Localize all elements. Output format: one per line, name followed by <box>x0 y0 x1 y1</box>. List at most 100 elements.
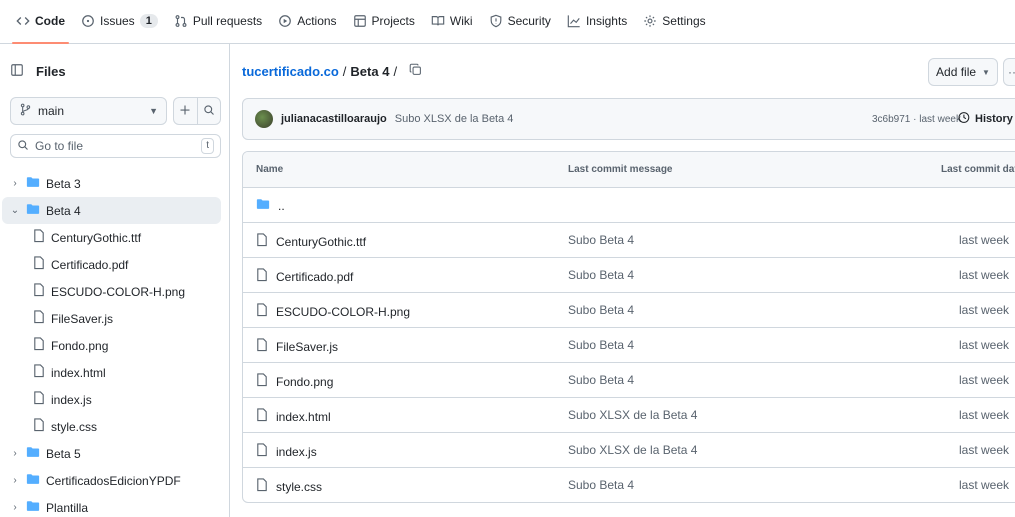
tree-label: CertificadosEdicionYPDF <box>46 473 181 488</box>
sidebar-header: Files <box>10 63 66 80</box>
chevron-down-icon: ⌄ <box>10 205 20 216</box>
row-name: CenturyGothic.ttf <box>256 233 366 250</box>
tab-pull-requests[interactable]: Pull requests <box>166 0 270 43</box>
tab-wiki[interactable]: Wiki <box>423 0 481 43</box>
file-icon <box>33 283 45 300</box>
commit-author[interactable]: julianacastilloaraujo <box>281 113 387 125</box>
tree-folder-plantilla[interactable]: › Plantilla <box>0 494 229 517</box>
add-file-label: Add file <box>936 65 977 79</box>
tree-folder-beta-5[interactable]: › Beta 5 <box>0 440 229 467</box>
tree-label: ESCUDO-COLOR-H.png <box>51 284 186 299</box>
search-button[interactable] <box>196 98 221 124</box>
tree-file[interactable]: FileSaver.js <box>0 305 229 332</box>
tree-folder-beta-3[interactable]: › Beta 3 <box>0 170 229 197</box>
table-row[interactable]: FileSaver.js Subo Beta 4 last week <box>243 328 1015 363</box>
tab-actions[interactable]: Actions <box>270 0 344 43</box>
file-name-link[interactable]: Certificado.pdf <box>276 270 353 284</box>
history-button[interactable]: History <box>957 99 1013 139</box>
more-options-button[interactable]: ·· <box>1003 58 1015 86</box>
tab-label: Pull requests <box>192 14 263 28</box>
file-name-link[interactable]: ESCUDO-COLOR-H.png <box>276 305 410 319</box>
row-commit-message[interactable]: Subo Beta 4 <box>568 233 634 247</box>
file-name-link[interactable]: index.js <box>276 445 317 459</box>
file-icon <box>256 478 268 495</box>
tab-settings[interactable]: Settings <box>635 0 713 43</box>
latest-commit-bar: julianacastilloaraujo Subo XLSX de la Be… <box>242 98 1015 140</box>
tab-security[interactable]: Security <box>481 0 559 43</box>
tab-projects[interactable]: Projects <box>345 0 423 43</box>
commit-sha[interactable]: 3c6b971 · last week <box>872 99 961 139</box>
file-icon <box>33 418 45 435</box>
add-file-button[interactable]: Add file ▼ <box>928 58 998 86</box>
tree-file[interactable]: Certificado.pdf <box>0 251 229 278</box>
commit-message[interactable]: Subo XLSX de la Beta 4 <box>395 113 514 125</box>
tab-code[interactable]: Code <box>8 0 73 44</box>
row-commit-message[interactable]: Subo XLSX de la Beta 4 <box>568 443 697 457</box>
branch-selector[interactable]: main ▼ <box>10 97 167 125</box>
table-row[interactable]: Fondo.png Subo Beta 4 last week <box>243 363 1015 398</box>
chevron-down-icon: ▼ <box>149 106 158 116</box>
sidebar-title: Files <box>36 64 66 79</box>
row-name: .. <box>256 198 285 213</box>
row-commit-message[interactable]: Subo Beta 4 <box>568 303 634 317</box>
row-commit-message[interactable]: Subo XLSX de la Beta 4 <box>568 408 697 422</box>
breadcrumb-separator: / <box>393 63 398 79</box>
file-name-link[interactable]: CenturyGothic.ttf <box>276 235 366 249</box>
tree-folder-certificados[interactable]: › CertificadosEdicionYPDF <box>0 467 229 494</box>
row-commit-date: last week <box>959 268 1010 282</box>
table-row[interactable]: CenturyGothic.ttf Subo Beta 4 last week <box>243 223 1015 258</box>
tree-folder-beta-4[interactable]: ⌄ Beta 4 <box>2 197 221 224</box>
tree-file[interactable]: CenturyGothic.ttf <box>0 224 229 251</box>
go-to-file-input[interactable]: Go to file t <box>10 134 221 158</box>
file-icon <box>256 443 268 460</box>
table-row[interactable]: ESCUDO-COLOR-H.png Subo Beta 4 last week <box>243 293 1015 328</box>
table-row-parent[interactable]: .. <box>243 188 1015 223</box>
main-content: tucertificado.co / Beta 4 / Add file ▼ ·… <box>230 44 1015 517</box>
tab-issues[interactable]: Issues 1 <box>73 0 166 43</box>
file-tree-sidebar: Files main ▼ Go to file t › Beta 3 ⌄ Bet… <box>0 44 230 517</box>
tree-file[interactable]: Fondo.png <box>0 332 229 359</box>
file-icon <box>256 303 268 320</box>
breadcrumb-repo-link[interactable]: tucertificado.co <box>242 64 339 79</box>
tree-label: Plantilla <box>46 500 89 515</box>
file-name-link[interactable]: FileSaver.js <box>276 340 338 354</box>
avatar[interactable] <box>255 110 273 128</box>
tree-label: FileSaver.js <box>51 311 114 326</box>
tree-file[interactable]: index.html <box>0 359 229 386</box>
shield-icon <box>489 14 503 28</box>
add-file-button[interactable] <box>174 98 197 124</box>
row-commit-message[interactable]: Subo Beta 4 <box>568 268 634 282</box>
table-row[interactable]: style.css Subo Beta 4 last week <box>243 468 1015 502</box>
row-commit-message[interactable]: Subo Beta 4 <box>568 373 634 387</box>
copy-path-icon[interactable] <box>409 63 422 79</box>
file-name-link[interactable]: Fondo.png <box>276 375 333 389</box>
play-icon <box>278 14 292 28</box>
file-name-link[interactable]: index.html <box>276 410 331 424</box>
row-commit-message[interactable]: Subo Beta 4 <box>568 478 634 492</box>
file-icon <box>256 338 268 355</box>
parent-dir-label[interactable]: .. <box>278 199 285 213</box>
row-name: ESCUDO-COLOR-H.png <box>256 303 410 320</box>
table-row[interactable]: Certificado.pdf Subo Beta 4 last week <box>243 258 1015 293</box>
file-icon <box>33 337 45 354</box>
file-table: Name Last commit message Last commit dat… <box>242 151 1015 503</box>
row-commit-message[interactable]: Subo Beta 4 <box>568 338 634 352</box>
table-row[interactable]: index.html Subo XLSX de la Beta 4 last w… <box>243 398 1015 433</box>
tree-file[interactable]: index.js <box>0 386 229 413</box>
tree-file[interactable]: style.css <box>0 413 229 440</box>
tree-label: Beta 3 <box>46 176 81 191</box>
issues-count-badge: 1 <box>139 14 158 28</box>
file-icon <box>33 229 45 246</box>
tree-label: style.css <box>51 419 98 434</box>
row-commit-date: last week <box>959 478 1010 492</box>
table-row[interactable]: index.js Subo XLSX de la Beta 4 last wee… <box>243 433 1015 468</box>
pull-request-icon <box>174 14 188 28</box>
tab-insights[interactable]: Insights <box>559 0 635 43</box>
chevron-right-icon: › <box>13 448 17 459</box>
file-name-link[interactable]: style.css <box>276 480 322 494</box>
table-icon <box>353 14 367 28</box>
tab-label: Actions <box>297 14 337 28</box>
tree-file[interactable]: ESCUDO-COLOR-H.png <box>0 278 229 305</box>
tab-label: Issues <box>100 14 135 28</box>
sidebar-collapse-icon[interactable] <box>10 63 24 80</box>
